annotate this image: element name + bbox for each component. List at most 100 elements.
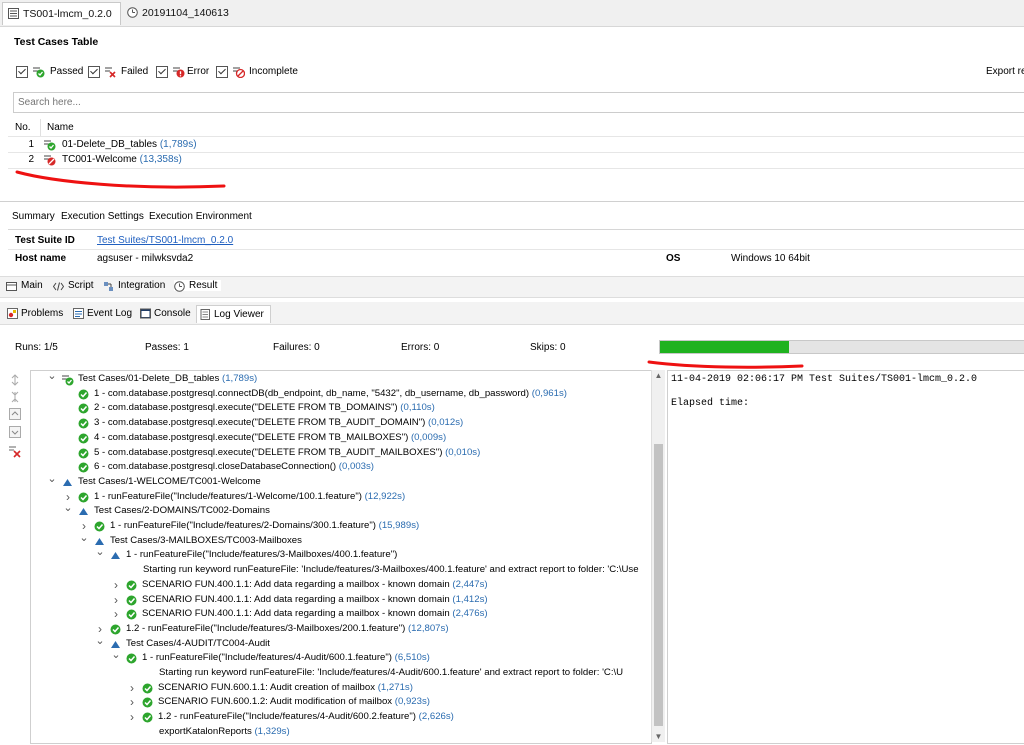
chevron-right-icon[interactable]: › [127,710,137,724]
filter-label: Incomplete [249,66,298,77]
suite-id-link[interactable]: Test Suites/TS001-lmcm_0.2.0 [97,235,233,246]
chevron-down-icon[interactable]: ⌄ [111,650,121,661]
chevron-down-icon[interactable]: ⌄ [47,473,57,484]
host-name-value: agsuser - milwksvda2 [97,253,194,264]
step-passed-icon [93,520,106,533]
test-case-name: 01-Delete_DB_tables (1,789s) [62,139,197,150]
log-tree-node-label: SCENARIO FUN.400.1.1: Add data regarding… [142,593,488,608]
node-text: 5 - com.database.postgresql.execute("DEL… [94,446,443,458]
column-header-no[interactable]: No. [15,122,31,133]
chevron-down-icon[interactable]: ⌄ [47,371,57,382]
log-tree-node-label: Test Cases/1-WELCOME/TC001-Welcome [78,475,261,490]
tab-log-viewer[interactable]: Log Viewer [196,305,271,323]
chevron-down-icon[interactable]: ⌄ [79,532,89,543]
log-tree-node-label: 1 - runFeatureFile("Include/features/4-A… [142,651,430,666]
chevron-right-icon[interactable]: › [79,519,89,533]
node-duration: (0,110s) [397,402,435,414]
tab-integration[interactable]: Integration [103,280,165,291]
node-duration: (1,789s) [219,373,258,384]
result-icon [174,281,185,292]
log-tree-node-label: 1.2 - runFeatureFile("Include/features/3… [126,622,449,637]
search-input[interactable] [14,93,1024,112]
filter-label: Error [187,66,210,77]
log-line: Elapsed time: [671,398,750,409]
editor-tab-report[interactable]: 20191104_140613 [122,2,237,24]
node-duration: (12,922s) [361,490,406,502]
main-icon [6,282,17,291]
node-text: 1.2 - runFeatureFile("Include/features/3… [126,622,406,634]
log-tree-node-label: 1 - com.database.postgresql.connectDB(db… [94,387,567,402]
node-duration: (15,989s) [375,520,420,531]
table-row[interactable]: 2 TC001-Welcome (13,358s) [8,152,1024,167]
log-tree-node-label: Test Cases/01-Delete_DB_tables (1,789s) [78,372,257,387]
scrollbar-thumb[interactable] [654,444,663,726]
test-cases-table-title: Test Cases Table [14,36,99,48]
report-clock-icon [127,7,138,18]
failed-checkbox[interactable] [88,66,100,78]
tab-label: Result [189,280,218,291]
chevron-down-icon[interactable]: ⌄ [95,635,105,646]
tab-summary[interactable]: Summary [12,211,55,222]
log-tree-node-label: 6 - com.database.postgresql.closeDatabas… [94,460,374,475]
log-tree-node-label: Starting run keyword runFeatureFile: 'In… [159,666,623,681]
chevron-down-icon[interactable]: ⌄ [95,547,105,558]
export-report-button[interactable]: Export re [986,66,1024,77]
tab-main[interactable]: Main [6,280,43,291]
running-icon [109,549,122,562]
log-tree-node-label: 1.2 - runFeatureFile("Include/features/4… [158,710,454,725]
error-checkbox[interactable] [156,66,168,78]
log-tree-node-label: SCENARIO FUN.600.1.2: Audit modification… [158,695,430,710]
tab-event-log[interactable]: Event Log [70,305,138,322]
log-tree-scrollbar[interactable]: ▲ ▼ [651,370,665,742]
running-icon [77,505,90,518]
step-passed-icon [77,461,90,474]
tab-execution-settings[interactable]: Execution Settings [61,211,144,222]
chevron-right-icon[interactable]: › [111,607,121,621]
node-duration: (0,012s) [425,417,464,429]
table-row[interactable]: 1 01-Delete_DB_tables (1,789s) [8,137,1024,152]
red-annotation-underline [15,170,226,189]
tab-result[interactable]: Result [174,280,222,292]
scroll-down-arrow-icon[interactable]: ▼ [652,732,665,741]
log-tree-node-label: 1 - runFeatureFile("Include/features/2-D… [110,519,419,534]
tab-script[interactable]: Script [53,280,94,291]
node-text: Test Cases/01-Delete_DB_tables [78,373,220,384]
node-text: 3 - com.database.postgresql.execute("DEL… [94,417,426,429]
node-text: 1 - runFeatureFile("Include/features/3-M… [126,549,398,561]
passed-checkbox[interactable] [16,66,28,78]
previous-failure-icon[interactable] [8,407,22,421]
log-line: 11-04-2019 02:06:17 PM Test Suites/TS001… [671,374,978,385]
node-duration: (0,009s) [408,431,447,443]
step-passed-icon [77,388,90,401]
chevron-right-icon[interactable]: › [127,695,137,709]
test-case-time: (1,789s) [159,139,197,150]
collapse-all-icon[interactable] [8,390,22,404]
integration-icon [104,282,113,291]
chevron-right-icon[interactable]: › [95,622,105,636]
column-header-name[interactable]: Name [47,122,74,133]
node-duration: (6,510s) [392,652,430,664]
node-text: Test Cases/3-MAILBOXES/TC003-Mailboxes [110,534,302,546]
incomplete-icon [233,67,245,78]
chevron-right-icon[interactable]: › [127,681,137,695]
next-failure-icon[interactable] [8,425,22,439]
tab-console[interactable]: Console [137,305,197,322]
log-viewer-icon [200,309,210,320]
chevron-right-icon[interactable]: › [111,578,121,592]
chevron-down-icon[interactable]: ⌄ [63,503,73,514]
chevron-right-icon[interactable]: › [111,593,121,607]
expand-all-icon[interactable] [8,373,22,387]
failures-count: Failures: 0 [273,342,320,353]
tab-execution-environment[interactable]: Execution Environment [149,211,252,222]
editor-tab-test-suite[interactable]: TS001-lmcm_0.2.0 [2,2,121,25]
tab-label: Integration [118,280,166,291]
node-duration: (1,329s) [251,725,290,737]
tab-problems[interactable]: Problems [4,305,69,322]
incomplete-checkbox[interactable] [216,66,228,78]
node-text: 6 - com.database.postgresql.closeDatabas… [94,461,337,473]
node-duration: (0,003s) [336,461,374,473]
node-duration: (12,807s) [405,622,449,634]
scroll-up-arrow-icon[interactable]: ▲ [652,371,665,380]
progress-bar [659,340,1024,354]
show-failures-only-icon[interactable] [8,444,22,458]
